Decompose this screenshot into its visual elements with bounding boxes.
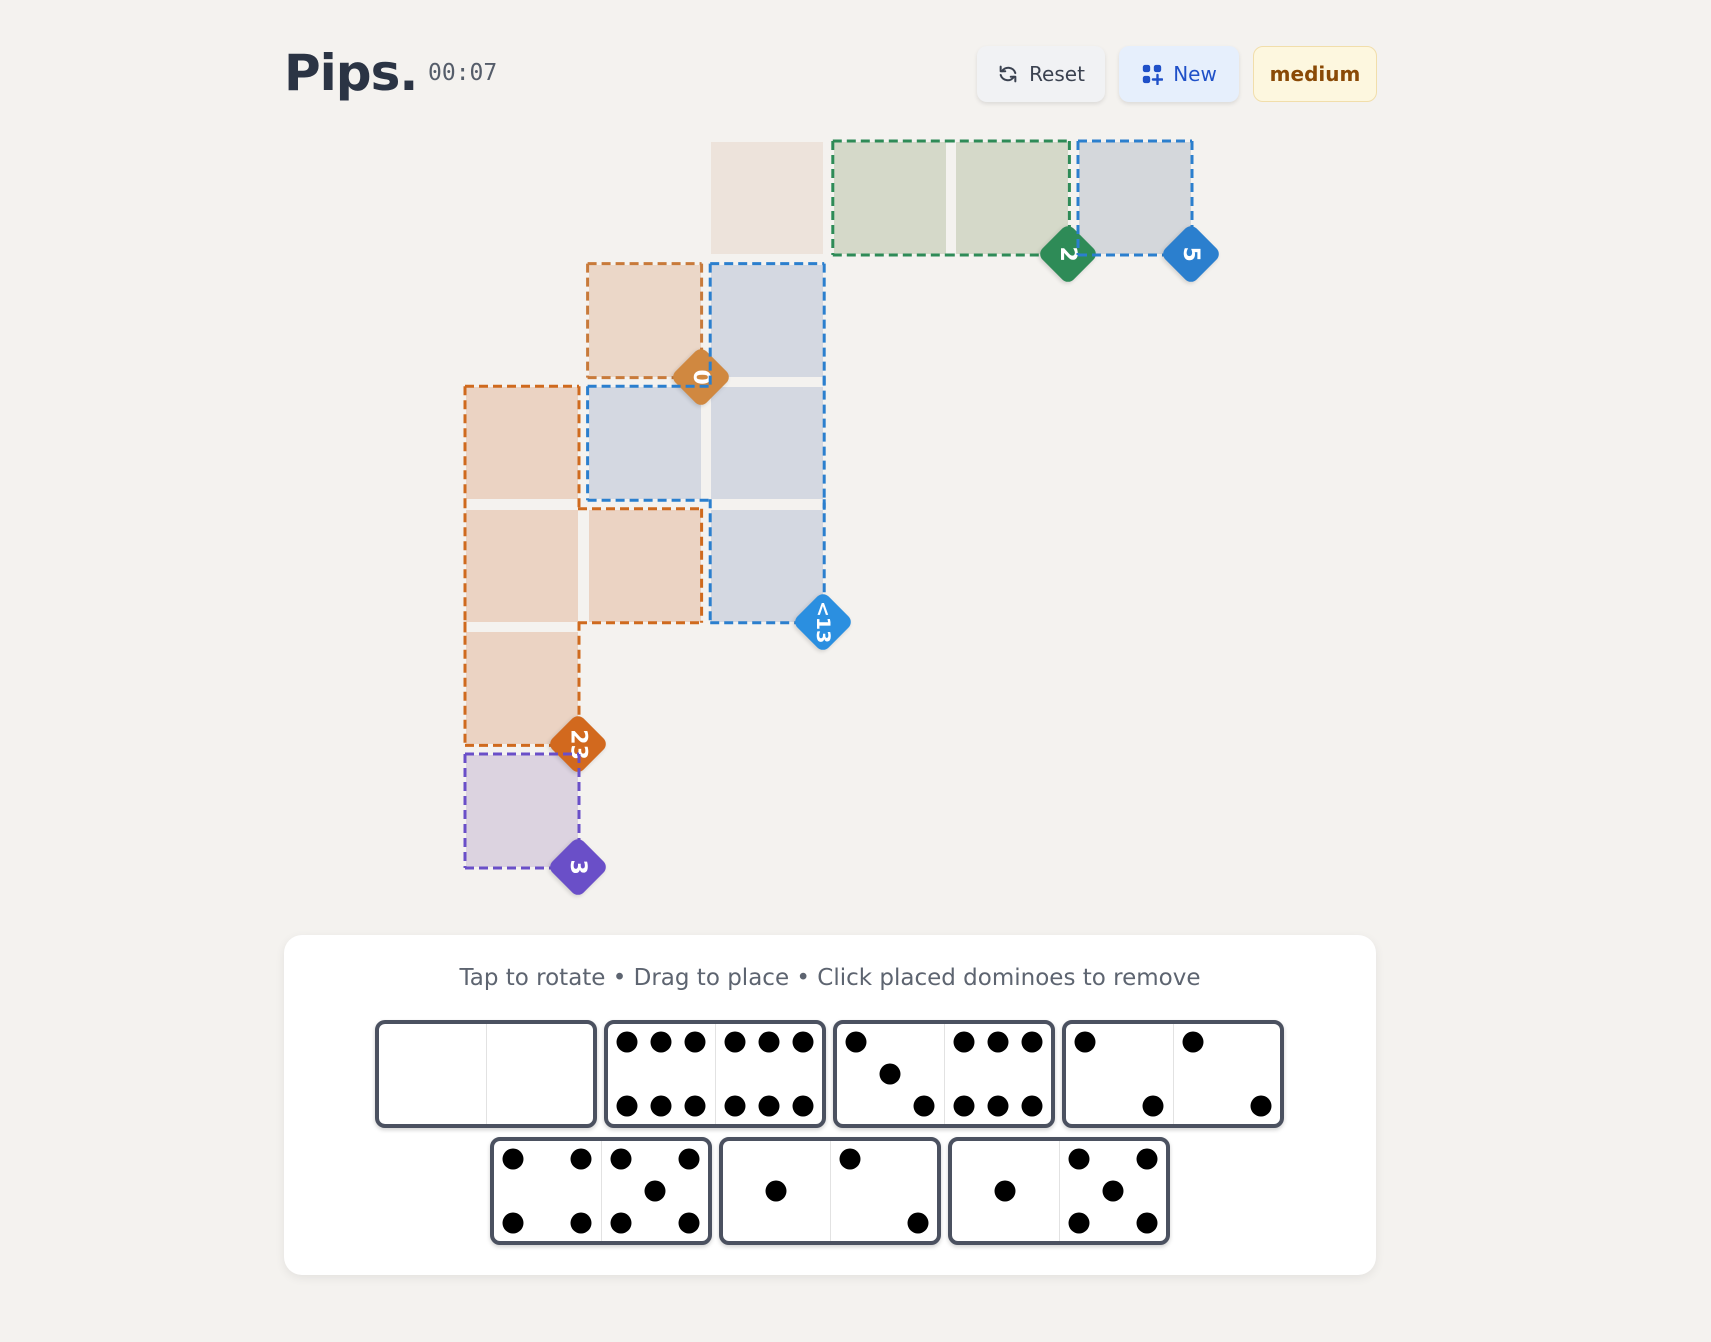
domino-half	[943, 1024, 1052, 1124]
pip	[1182, 1031, 1204, 1053]
pip	[845, 1031, 867, 1053]
domino-tray: Tap to rotate • Drag to place • Click pl…	[284, 935, 1376, 1275]
board-cell[interactable]	[588, 264, 701, 377]
board-cell[interactable]	[466, 387, 578, 500]
pip	[792, 1031, 814, 1053]
game-board: 2 5 0 <13 23 3	[0, 0, 1711, 930]
pip	[758, 1031, 780, 1053]
pip	[1074, 1031, 1096, 1053]
pip	[987, 1095, 1009, 1117]
domino-tile[interactable]	[719, 1137, 941, 1245]
board-cell[interactable]	[711, 387, 824, 500]
pip	[994, 1180, 1016, 1202]
pip	[650, 1031, 672, 1053]
pip	[610, 1212, 632, 1234]
pip	[616, 1031, 638, 1053]
pip	[502, 1212, 524, 1234]
board-cell[interactable]	[833, 142, 946, 254]
domino-half	[723, 1141, 830, 1241]
domino-tile[interactable]	[604, 1020, 826, 1128]
pip	[1136, 1148, 1158, 1170]
pip	[724, 1095, 746, 1117]
domino-half	[714, 1024, 823, 1124]
domino-half	[1172, 1024, 1281, 1124]
board-cell[interactable]	[466, 755, 578, 867]
domino-half	[1066, 1024, 1173, 1124]
instructions-text: Tap to rotate • Drag to place • Click pl…	[459, 965, 1201, 991]
domino-half	[952, 1141, 1059, 1241]
domino-half	[829, 1141, 938, 1241]
domino-half	[837, 1024, 944, 1124]
board-cell[interactable]	[711, 509, 824, 622]
pip	[678, 1148, 700, 1170]
board-cell[interactable]	[711, 142, 824, 254]
pip	[570, 1148, 592, 1170]
pip	[684, 1095, 706, 1117]
domino-half	[379, 1024, 486, 1124]
domino-tile[interactable]	[1062, 1020, 1284, 1128]
domino-tile[interactable]	[375, 1020, 597, 1128]
constraint-label: <13	[812, 600, 835, 643]
domino-half	[600, 1141, 709, 1241]
pip	[502, 1148, 524, 1170]
pip	[1102, 1180, 1124, 1202]
pip	[570, 1212, 592, 1234]
pip	[1142, 1095, 1164, 1117]
pip	[953, 1095, 975, 1117]
domino-half	[485, 1024, 594, 1124]
pip	[1136, 1212, 1158, 1234]
board-cell[interactable]	[466, 509, 578, 622]
pip	[610, 1148, 632, 1170]
pip	[644, 1180, 666, 1202]
pip	[879, 1063, 901, 1085]
pip	[724, 1031, 746, 1053]
domino-half	[1058, 1141, 1167, 1241]
domino-tile[interactable]	[490, 1137, 712, 1245]
board-cell[interactable]	[956, 142, 1069, 254]
pip	[616, 1095, 638, 1117]
pip	[678, 1212, 700, 1234]
pip	[1021, 1031, 1043, 1053]
pip	[1068, 1148, 1090, 1170]
board-cell[interactable]	[588, 509, 701, 622]
pip	[1250, 1095, 1272, 1117]
pip	[684, 1031, 706, 1053]
pip	[765, 1180, 787, 1202]
pip	[953, 1031, 975, 1053]
pip	[792, 1095, 814, 1117]
domino-half	[608, 1024, 715, 1124]
pip	[839, 1148, 861, 1170]
board-cell[interactable]	[466, 632, 578, 745]
board-cell[interactable]	[1079, 142, 1191, 254]
constraint-label: 5	[1178, 246, 1204, 262]
domino-tile[interactable]	[948, 1137, 1170, 1245]
domino-tile[interactable]	[833, 1020, 1055, 1128]
purple-region-outline	[463, 752, 581, 870]
board-cell[interactable]	[588, 387, 701, 500]
domino-half	[494, 1141, 601, 1241]
pip	[650, 1095, 672, 1117]
pip	[907, 1212, 929, 1234]
board-cell[interactable]	[711, 264, 824, 377]
pip	[987, 1031, 1009, 1053]
pip	[913, 1095, 935, 1117]
pip	[1068, 1212, 1090, 1234]
pip	[758, 1095, 780, 1117]
pip	[1021, 1095, 1043, 1117]
constraint-label: 3	[565, 859, 591, 875]
